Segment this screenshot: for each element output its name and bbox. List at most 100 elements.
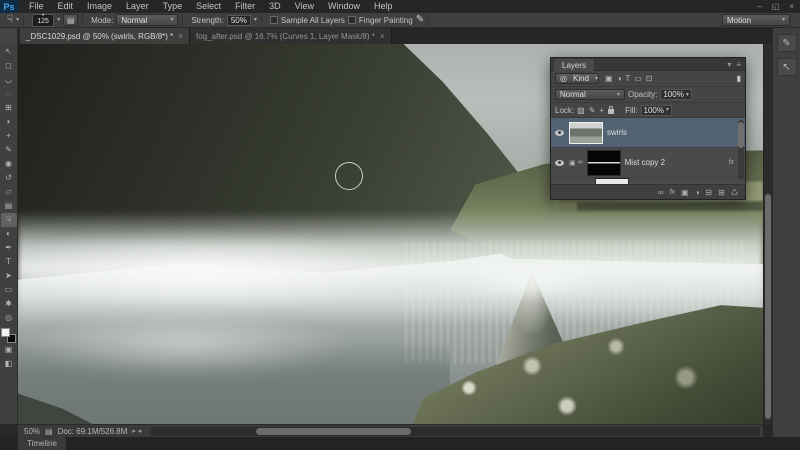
document-tab-active[interactable]: _DSC1029.psd @ 50% (swirls, RGB/8*) * ×: [20, 28, 190, 44]
new-layer-icon[interactable]: ⊞: [718, 188, 725, 197]
opacity-input[interactable]: 100% ▾: [660, 89, 692, 100]
menu-layer[interactable]: Layer: [119, 0, 156, 13]
menu-type[interactable]: Type: [156, 0, 190, 13]
layer-row-swirls[interactable]: swirls: [551, 118, 745, 148]
brush-preset-caret-icon[interactable]: ▾: [57, 17, 60, 23]
close-button[interactable]: ×: [789, 2, 794, 11]
mode-select[interactable]: Normal ▾: [116, 14, 179, 26]
horizontal-scrollbar-thumb[interactable]: [256, 427, 412, 435]
brush-panel-dock-icon[interactable]: ✎: [776, 34, 797, 52]
menu-image[interactable]: Image: [80, 0, 119, 13]
restore-button[interactable]: ◱: [772, 2, 780, 11]
ps-logo[interactable]: Ps: [0, 0, 18, 13]
visibility-eye-icon[interactable]: [554, 128, 565, 138]
link-layers-icon[interactable]: ∞: [658, 188, 664, 197]
layer-thumbnail[interactable]: [569, 121, 603, 144]
visibility-eye-icon[interactable]: [554, 158, 565, 168]
vertical-scrollbar-thumb[interactable]: [765, 194, 771, 419]
path-selection-tool[interactable]: ➤: [1, 269, 17, 283]
vertical-scrollbar[interactable]: [763, 44, 772, 424]
history-brush-tool[interactable]: ↺: [1, 171, 17, 185]
shape-tool[interactable]: ▭: [1, 283, 17, 297]
timeline-panel-tab[interactable]: Timeline: [18, 437, 66, 450]
layer-row-mist-copy-2[interactable]: ▣ ∞ Mist copy 2 fx: [551, 148, 745, 178]
tab-close-icon[interactable]: ×: [178, 32, 183, 41]
brush-tool[interactable]: ✎: [1, 143, 17, 157]
panel-collapse-icon[interactable]: ▾: [727, 60, 731, 69]
strength-caret-icon[interactable]: ▾: [254, 17, 257, 23]
gradient-tool[interactable]: ▤: [1, 199, 17, 213]
menu-edit[interactable]: Edit: [51, 0, 81, 13]
smudge-tool-icon[interactable]: ☟: [7, 15, 13, 25]
layer-list-scrollbar-thumb[interactable]: [738, 122, 744, 148]
zoom-tool[interactable]: ◎: [1, 311, 17, 325]
quick-mask-button[interactable]: ▣: [1, 343, 17, 357]
status-expand-icon[interactable]: ▸◂: [132, 427, 143, 435]
filter-adjustment-icon[interactable]: ◑: [617, 74, 622, 83]
layer-style-fx-icon[interactable]: fx: [670, 189, 675, 196]
clone-stamp-tool[interactable]: ◉: [1, 157, 17, 171]
filter-pixel-icon[interactable]: ▣: [605, 74, 613, 83]
tab-close-icon[interactable]: ×: [380, 32, 385, 41]
foreground-color-swatch[interactable]: [1, 328, 10, 337]
eyedropper-tool[interactable]: ◗: [1, 115, 17, 129]
menu-help[interactable]: Help: [367, 0, 400, 13]
dodge-tool[interactable]: ◐: [1, 227, 17, 241]
layer-mask-thumbnail[interactable]: [586, 149, 621, 176]
menu-select[interactable]: Select: [189, 0, 228, 13]
blend-mode-select[interactable]: Normal ▾: [555, 89, 625, 100]
layer-name[interactable]: Mist copy 2: [625, 158, 665, 167]
lock-position-icon[interactable]: +: [599, 106, 604, 115]
menu-window[interactable]: Window: [321, 0, 367, 13]
tool-preset-caret-icon[interactable]: ▾: [16, 17, 19, 23]
mask-link-icon[interactable]: ∞: [578, 159, 583, 167]
menu-3d[interactable]: 3D: [262, 0, 288, 13]
screen-mode-button[interactable]: ◧: [1, 357, 17, 371]
filter-shape-icon[interactable]: ▭: [634, 74, 642, 83]
document-tab-inactive[interactable]: fog_after.psd @ 16.7% (Curves 1, Layer M…: [189, 28, 392, 44]
layer-name[interactable]: swirls: [607, 128, 627, 137]
lasso-tool[interactable]: ◡: [1, 73, 17, 87]
tablet-pressure-icon[interactable]: ✎: [416, 15, 424, 25]
lock-all-icon[interactable]: [608, 106, 615, 114]
menu-filter[interactable]: Filter: [228, 0, 262, 13]
minimize-button[interactable]: –: [757, 2, 761, 11]
move-tool[interactable]: ↖: [1, 45, 17, 59]
delete-layer-icon[interactable]: ♺: [731, 188, 738, 197]
finger-painting-checkbox[interactable]: [347, 16, 356, 24]
layer-list-scrollbar[interactable]: [738, 120, 744, 180]
toggle-brush-panel-button[interactable]: ▤: [63, 14, 79, 26]
eraser-tool[interactable]: ▱: [1, 185, 17, 199]
document-size-info[interactable]: Doc: 69.1M/526.8M: [58, 427, 128, 436]
brush-preset-picker[interactable]: • 125: [32, 13, 55, 27]
fill-input[interactable]: 100% ▾: [640, 104, 672, 116]
smudge-tool-selected[interactable]: ☟: [0, 213, 17, 227]
clone-source-dock-icon[interactable]: ↖: [776, 58, 797, 76]
lock-paint-icon[interactable]: ✎: [589, 106, 596, 115]
workspace-switcher[interactable]: Motion ▾: [722, 14, 790, 26]
hand-tool[interactable]: ✱: [1, 297, 17, 311]
add-layer-mask-icon[interactable]: ▣: [681, 188, 689, 197]
pen-tool[interactable]: ✒: [1, 241, 17, 255]
menu-view[interactable]: View: [288, 0, 321, 13]
layers-panel-titlebar[interactable]: Layers ▾ ≡: [551, 58, 745, 71]
new-adjustment-layer-icon[interactable]: ◑: [695, 188, 700, 197]
new-group-icon[interactable]: ⊟: [705, 188, 712, 197]
layers-panel-tab[interactable]: Layers: [554, 59, 595, 71]
lock-transparent-icon[interactable]: ▨: [577, 106, 585, 115]
zoom-level-value[interactable]: 50%: [24, 427, 40, 436]
layer-fx-badge[interactable]: fx: [729, 159, 734, 166]
panel-menu-icon[interactable]: ≡: [736, 60, 741, 69]
crop-tool[interactable]: ⊞: [1, 101, 17, 115]
marquee-tool[interactable]: ◻: [1, 59, 17, 73]
quick-selection-tool[interactable]: ◌: [1, 87, 17, 101]
filter-type-icon[interactable]: T: [625, 74, 630, 83]
filter-smart-object-icon[interactable]: ⊡: [646, 74, 653, 83]
healing-brush-tool[interactable]: +: [1, 129, 17, 143]
type-tool[interactable]: T: [1, 255, 17, 269]
strength-input[interactable]: 50%: [226, 14, 251, 26]
filter-kind-select[interactable]: ◎ Kind ▾: [555, 73, 599, 84]
horizontal-scrollbar[interactable]: [151, 426, 760, 436]
menu-file[interactable]: File: [22, 0, 51, 13]
sample-all-layers-checkbox[interactable]: [269, 16, 278, 24]
